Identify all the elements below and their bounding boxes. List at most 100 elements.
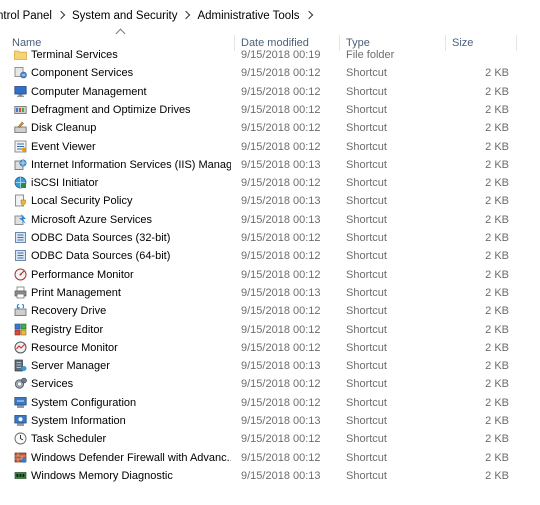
breadcrumb-control-panel[interactable]: ntrol Panel <box>0 10 55 22</box>
file-date-modified: 9/15/2018 00:13 <box>241 469 321 482</box>
task-scheduler-icon <box>14 432 27 445</box>
file-row[interactable]: System Configuration 9/15/2018 00:12 Short… <box>0 394 540 412</box>
file-row[interactable]: Disk Cleanup 9/15/2018 00:12 Shortcut 2 KB <box>0 119 540 137</box>
file-size: 2 KB <box>485 103 509 116</box>
file-date-modified: 9/15/2018 00:19 <box>241 49 321 61</box>
chevron-right-icon[interactable] <box>303 0 317 32</box>
file-name: Print Management <box>31 286 121 299</box>
security-policy-icon <box>14 194 27 207</box>
file-name: Local Security Policy <box>31 195 133 208</box>
file-date-modified: 9/15/2018 00:12 <box>241 378 321 391</box>
file-row[interactable]: Computer Management 9/15/2018 00:12 Shortc… <box>0 83 540 101</box>
file-type: Shortcut <box>346 360 387 373</box>
file-type: Shortcut <box>346 305 387 318</box>
chevron-right-icon[interactable] <box>55 0 69 32</box>
file-row[interactable]: ODBC Data Sources (64-bit) 9/15/2018 00:1… <box>0 247 540 265</box>
file-type: Shortcut <box>346 451 387 464</box>
file-name: Component Services <box>31 67 134 80</box>
file-row[interactable]: Print Management 9/15/2018 00:13 Shortcut 2… <box>0 284 540 302</box>
file-row[interactable]: ODBC Data Sources (32-bit) 9/15/2018 00:1… <box>0 229 540 247</box>
file-row[interactable]: Resource Monitor 9/15/2018 00:12 Shortcut 2… <box>0 339 540 357</box>
chevron-right-icon[interactable] <box>180 0 194 32</box>
odbc-icon <box>14 231 27 244</box>
file-date-modified: 9/15/2018 00:13 <box>241 415 321 427</box>
memory-diagnostic-icon <box>14 469 27 482</box>
file-type: Shortcut <box>346 122 387 135</box>
file-size: 2 KB <box>485 158 509 171</box>
file-row[interactable]: iSCSI Initiator 9/15/2018 00:12 Shortcut 2 … <box>0 174 540 192</box>
file-date-modified: 9/15/2018 00:12 <box>241 341 321 354</box>
file-type: File folder <box>346 49 395 61</box>
file-size: 2 KB <box>485 286 509 299</box>
folder-icon <box>14 48 27 61</box>
file-type: Shortcut <box>346 85 387 98</box>
file-type: Shortcut <box>346 250 387 263</box>
file-size: 2 KB <box>485 67 509 80</box>
file-row[interactable]: Task Scheduler 9/15/2018 00:12 Shortcut 2 K… <box>0 430 540 448</box>
file-date-modified: 9/15/2018 00:12 <box>241 67 321 80</box>
file-row[interactable]: Internet Information Services (IIS) Mana… <box>0 156 540 174</box>
file-name: Event Viewer <box>31 140 96 153</box>
file-type: Shortcut <box>346 177 387 190</box>
file-row[interactable]: Registry Editor 9/15/2018 00:12 Shortcut 2 … <box>0 321 540 339</box>
file-date-modified: 9/15/2018 00:12 <box>241 177 321 190</box>
file-row[interactable]: Windows Memory Diagnostic 9/15/2018 00:13… <box>0 467 540 485</box>
file-name: Windows Memory Diagnostic <box>31 469 173 482</box>
file-size: 2 KB <box>485 305 509 318</box>
file-row[interactable]: Terminal Services 9/15/2018 00:19 File fol… <box>0 48 540 64</box>
file-type: Shortcut <box>346 341 387 354</box>
printer-icon <box>14 286 27 299</box>
file-date-modified: 9/15/2018 00:13 <box>241 213 321 226</box>
file-date-modified: 9/15/2018 00:12 <box>241 396 321 409</box>
file-type: Shortcut <box>346 323 387 336</box>
system-configuration-icon <box>14 396 27 409</box>
defragment-icon <box>14 103 27 116</box>
firewall-icon <box>14 451 27 464</box>
file-date-modified: 9/15/2018 00:12 <box>241 305 321 318</box>
file-row[interactable]: Component Services 9/15/2018 00:12 Shortcu… <box>0 64 540 82</box>
file-row[interactable]: Services 9/15/2018 00:12 Shortcut 2 KB <box>0 375 540 393</box>
file-type: Shortcut <box>346 158 387 171</box>
file-date-modified: 9/15/2018 00:13 <box>241 158 321 171</box>
breadcrumb-system-and-security[interactable]: System and Security <box>69 10 180 22</box>
system-information-icon <box>14 414 27 427</box>
file-name: Defragment and Optimize Drives <box>31 103 191 116</box>
component-services-icon <box>14 66 27 79</box>
file-date-modified: 9/15/2018 00:13 <box>241 360 321 373</box>
file-date-modified: 9/15/2018 00:13 <box>241 195 321 208</box>
file-row[interactable]: Recovery Drive 9/15/2018 00:12 Shortcut 2 K… <box>0 302 540 320</box>
file-name: Windows Defender Firewall with Advanc... <box>31 451 231 464</box>
file-row[interactable]: System Information 9/15/2018 00:13 Shortcu… <box>0 412 540 430</box>
file-row[interactable]: Server Manager 9/15/2018 00:13 Shortcut 2 K… <box>0 357 540 375</box>
iis-manager-icon <box>14 158 27 171</box>
resource-monitor-icon <box>14 341 27 354</box>
file-row[interactable]: Local Security Policy 9/15/2018 00:13 Shor… <box>0 192 540 210</box>
file-size: 2 KB <box>485 140 509 153</box>
file-size: 2 KB <box>485 341 509 354</box>
file-name: Recovery Drive <box>31 305 107 318</box>
file-row[interactable]: Windows Defender Firewall with Advanc...… <box>0 449 540 467</box>
services-icon <box>14 377 27 390</box>
file-type: Shortcut <box>346 213 387 226</box>
file-date-modified: 9/15/2018 00:12 <box>241 433 321 446</box>
file-name: Services <box>31 378 74 391</box>
file-row[interactable]: Performance Monitor 9/15/2018 00:12 Shortc… <box>0 266 540 284</box>
file-type: Shortcut <box>346 140 387 153</box>
file-row[interactable]: Event Viewer 9/15/2018 00:12 Shortcut 2 KB <box>0 138 540 156</box>
file-size: 2 KB <box>485 250 509 263</box>
file-name: System Configuration <box>31 396 137 409</box>
file-row[interactable]: Defragment and Optimize Drives 9/15/2018 … <box>0 101 540 119</box>
file-date-modified: 9/15/2018 00:12 <box>241 268 321 281</box>
file-size: 2 KB <box>485 415 509 427</box>
file-row[interactable]: Microsoft Azure Services 9/15/2018 00:13 S… <box>0 211 540 229</box>
file-size: 2 KB <box>485 232 509 244</box>
file-size: 2 KB <box>485 396 509 409</box>
registry-editor-icon <box>14 323 27 336</box>
file-name: Registry Editor <box>31 323 104 336</box>
file-name: System Information <box>31 415 126 427</box>
file-size: 2 KB <box>485 469 509 482</box>
file-size <box>450 48 509 64</box>
breadcrumb-administrative-tools[interactable]: Administrative Tools <box>194 10 302 22</box>
file-size: 2 KB <box>485 360 509 373</box>
file-name: Resource Monitor <box>31 341 118 354</box>
